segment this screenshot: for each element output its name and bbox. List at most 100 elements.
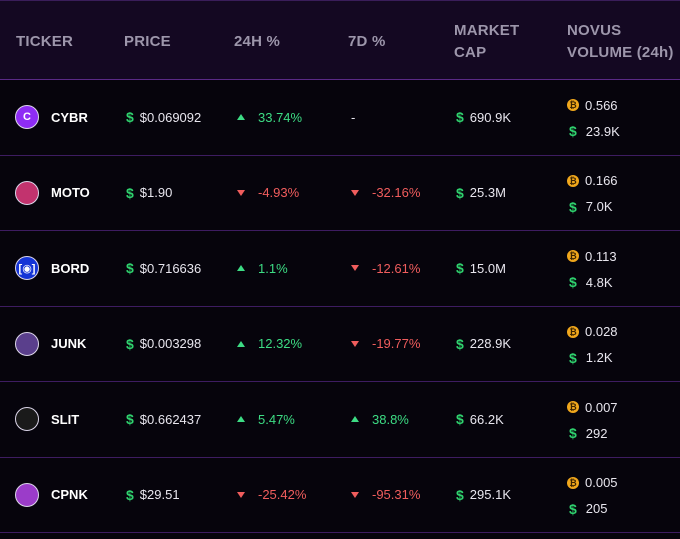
change-24h-value: -25.42% xyxy=(258,487,307,503)
up-arrow-icon xyxy=(237,340,245,347)
change-24h-value: 12.32% xyxy=(258,336,303,352)
change-7d-cell: -19.77% xyxy=(351,307,420,382)
volume-cell: ₿ 0.007 $ 292 xyxy=(567,398,618,442)
up-arrow-icon xyxy=(237,416,245,423)
table-row[interactable]: [◉] BORD $ $0.716636 1.1% -12.61% $ 15.0… xyxy=(0,231,680,307)
change-7d-cell: -12.61% xyxy=(351,231,420,306)
down-arrow-icon xyxy=(237,491,245,498)
down-arrow-icon xyxy=(351,340,359,347)
dollar-icon: $ xyxy=(126,260,134,277)
change-24h-cell: -25.42% xyxy=(237,458,306,533)
dollar-icon: $ xyxy=(569,349,577,366)
ticker-cell[interactable]: MOTO xyxy=(15,156,90,231)
market-cap-value: 228.9K xyxy=(469,336,511,352)
change-7d-cell: 38.8% xyxy=(351,382,409,457)
change-7d-value: - xyxy=(351,109,356,125)
volume-usd-line: $ 7.0K xyxy=(567,198,618,216)
dollar-icon: $ xyxy=(126,109,134,126)
price-cell: $ $0.716636 xyxy=(126,231,201,306)
volume-usd-line: $ 1.2K xyxy=(567,349,618,367)
token-logo-icon: C xyxy=(15,105,39,130)
change-24h-cell: 12.32% xyxy=(237,307,302,382)
table-row[interactable]: JUNK $ $0.003298 12.32% -19.77% $ 228.9K… xyxy=(0,306,680,382)
volume-btc-line: ₿ 0.566 xyxy=(567,96,620,114)
price-value: $0.662437 xyxy=(139,411,202,427)
token-table: TICKER PRICE 24H % 7D % MARKET CAP NOVUS… xyxy=(0,0,680,533)
change-24h-value: -4.93% xyxy=(258,185,300,201)
down-arrow-icon xyxy=(351,189,359,196)
ticker-cell[interactable]: SLIT xyxy=(15,382,79,457)
dollar-icon: $ xyxy=(456,260,464,277)
market-cap-cell: $ 66.2K xyxy=(456,382,504,457)
volume-cell: ₿ 0.566 $ 23.9K xyxy=(567,96,620,140)
header-volume[interactable]: NOVUS VOLUME (24h) xyxy=(567,20,674,64)
bitcoin-icon: ₿ xyxy=(567,174,579,187)
market-cap-value: 25.3M xyxy=(469,185,506,201)
dollar-icon: $ xyxy=(569,500,577,517)
table-row[interactable]: MOTO $ $1.90 -4.93% -32.16% $ 25.3M ₿ 0.… xyxy=(0,155,680,231)
token-logo-icon xyxy=(15,180,39,205)
volume-btc-value: 0.166 xyxy=(585,173,618,188)
volume-usd-value: 7.0K xyxy=(585,199,613,214)
bitcoin-icon: ₿ xyxy=(567,99,579,111)
table-row[interactable]: CPNK $ $29.51 -25.42% -95.31% $ 295.1K ₿… xyxy=(0,457,680,533)
token-logo-icon xyxy=(15,482,39,507)
change-24h-value: 1.1% xyxy=(258,260,288,276)
ticker-cell[interactable]: CPNK xyxy=(15,458,88,533)
dollar-icon: $ xyxy=(126,411,134,428)
ticker-cell[interactable]: [◉] BORD xyxy=(15,231,89,306)
header-market-cap[interactable]: MARKET CAP xyxy=(454,20,519,64)
volume-cell: ₿ 0.166 $ 7.0K xyxy=(567,172,618,216)
header-ticker[interactable]: TICKER xyxy=(16,31,73,53)
volume-cell: ₿ 0.028 $ 1.2K xyxy=(567,323,618,367)
header-market-cap-line2: CAP xyxy=(454,44,487,61)
dollar-icon: $ xyxy=(569,123,577,139)
volume-btc-value: 0.007 xyxy=(585,399,618,415)
table-row[interactable]: SLIT $ $0.662437 5.47% 38.8% $ 66.2K ₿ 0… xyxy=(0,382,680,458)
change-24h-cell: 1.1% xyxy=(237,231,288,306)
header-price[interactable]: PRICE xyxy=(124,31,171,53)
price-value: $0.716636 xyxy=(139,260,202,276)
volume-usd-line: $ 292 xyxy=(567,424,618,442)
volume-btc-line: ₿ 0.007 xyxy=(567,398,618,416)
ticker-cell[interactable]: JUNK xyxy=(15,307,86,382)
change-7d-value: -95.31% xyxy=(372,487,421,503)
ticker-symbol: CPNK xyxy=(51,487,88,503)
bitcoin-icon: ₿ xyxy=(567,250,579,262)
dollar-icon: $ xyxy=(569,425,577,441)
volume-btc-line: ₿ 0.113 xyxy=(567,247,617,265)
table-row[interactable]: C CYBR $ $0.069092 33.74% - $ 690.9K ₿ 0… xyxy=(0,80,680,156)
bitcoin-icon: ₿ xyxy=(567,401,579,413)
up-arrow-icon xyxy=(237,265,245,272)
header-7d[interactable]: 7D % xyxy=(348,31,385,53)
dollar-icon: $ xyxy=(456,335,464,352)
price-value: $1.90 xyxy=(139,185,173,201)
dollar-icon: $ xyxy=(456,109,464,126)
market-cap-cell: $ 295.1K xyxy=(456,458,511,533)
ticker-symbol: CYBR xyxy=(51,109,88,125)
volume-usd-line: $ 23.9K xyxy=(567,122,620,140)
market-cap-value: 690.9K xyxy=(469,109,511,125)
dollar-icon: $ xyxy=(569,198,577,215)
dollar-icon: $ xyxy=(126,184,134,201)
header-24h[interactable]: 24H % xyxy=(234,31,280,53)
volume-btc-line: ₿ 0.028 xyxy=(567,323,618,341)
change-7d-value: -12.61% xyxy=(372,260,421,276)
change-7d-value: 38.8% xyxy=(372,411,409,427)
volume-usd-value: 292 xyxy=(585,425,608,441)
change-7d-cell: - xyxy=(351,80,355,155)
up-arrow-icon xyxy=(351,416,359,423)
price-cell: $ $29.51 xyxy=(126,458,180,533)
ticker-cell[interactable]: C CYBR xyxy=(15,80,88,155)
ticker-symbol: SLIT xyxy=(51,411,80,427)
bitcoin-icon: ₿ xyxy=(567,476,579,489)
price-value: $0.003298 xyxy=(139,336,202,352)
market-cap-value: 295.1K xyxy=(469,487,511,503)
header-market-cap-line1: MARKET xyxy=(454,22,520,39)
bitcoin-icon: ₿ xyxy=(567,325,579,338)
dollar-icon: $ xyxy=(569,274,577,290)
volume-btc-value: 0.113 xyxy=(585,248,617,264)
ticker-symbol: BORD xyxy=(51,260,90,276)
volume-btc-line: ₿ 0.005 xyxy=(567,474,618,492)
dollar-icon: $ xyxy=(126,335,134,352)
